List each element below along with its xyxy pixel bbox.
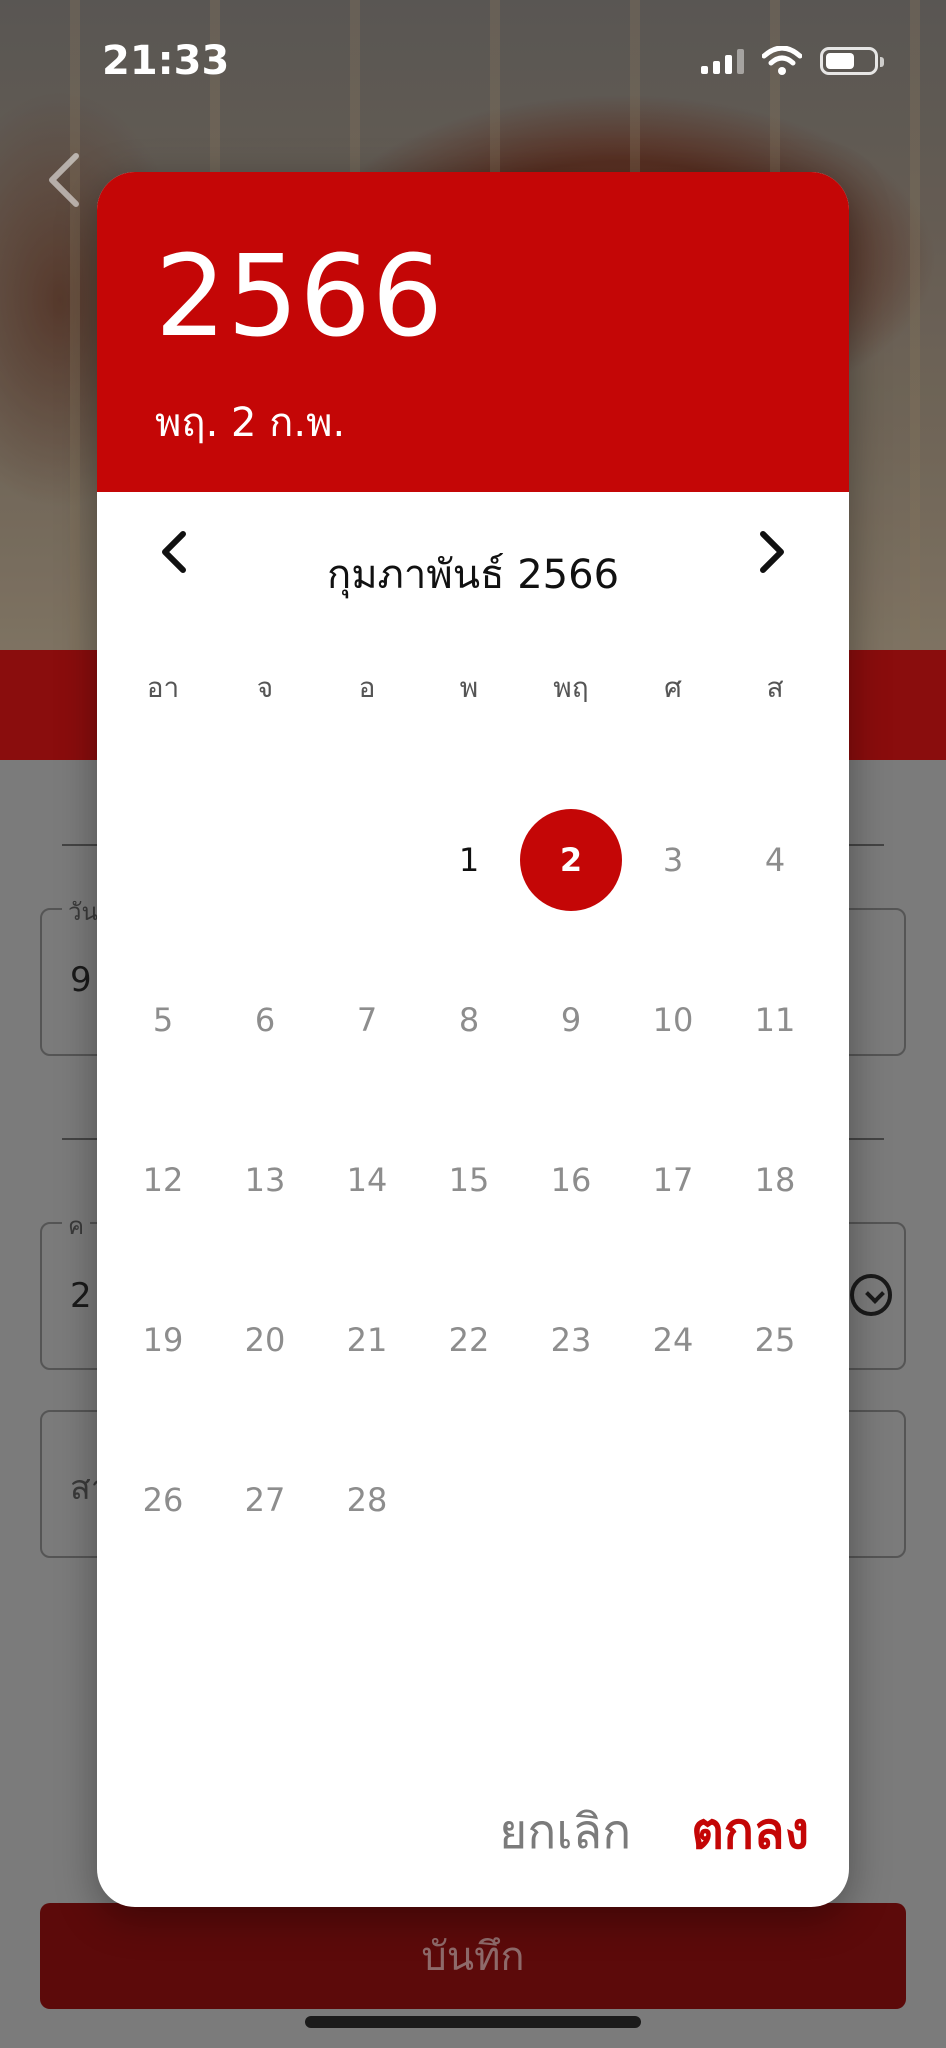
- day-number: 11: [754, 1001, 796, 1039]
- day-cell: 12: [112, 1100, 214, 1260]
- selected-day[interactable]: 2: [520, 809, 622, 911]
- day-number: 18: [754, 1161, 796, 1199]
- day-cell: 19: [112, 1260, 214, 1420]
- day-number: 13: [244, 1161, 286, 1199]
- day-grid: 1 2 3 4 5 6 7 8 9 10 11 12 13 14 15 16 17 18 19 20 21 22 23 24 2…: [112, 780, 826, 1580]
- day-number: 20: [244, 1321, 286, 1359]
- day-number: 6: [254, 1001, 276, 1039]
- empty-day-cell: [214, 780, 316, 940]
- day-cell: 7: [316, 940, 418, 1100]
- day-number: 24: [652, 1321, 694, 1359]
- cancel-button[interactable]: ยกเลิก: [499, 1794, 631, 1870]
- next-month-button[interactable]: [737, 512, 807, 592]
- day-cell: 16: [520, 1100, 622, 1260]
- time-field-value: 2: [70, 1276, 92, 1316]
- day-cell: 26: [112, 1420, 214, 1580]
- weekday-label: พ: [459, 671, 479, 704]
- chevron-right-icon: [760, 531, 784, 573]
- weekday-label: พฤ: [553, 671, 589, 704]
- day-number: 12: [142, 1161, 184, 1199]
- empty-day-cell: [112, 780, 214, 940]
- save-button[interactable]: บันทึก: [40, 1903, 906, 2009]
- wifi-icon: [762, 46, 802, 75]
- weekday-label: อา: [146, 671, 180, 704]
- cellular-signal-icon: [701, 48, 744, 74]
- weekday-label: ส: [766, 671, 784, 704]
- day-number: 17: [652, 1161, 694, 1199]
- day-cell: 14: [316, 1100, 418, 1260]
- day-number: 10: [652, 1001, 694, 1039]
- status-icons: [701, 46, 884, 76]
- day-number: 19: [142, 1321, 184, 1359]
- day-number: 5: [152, 1001, 174, 1039]
- day-number: 16: [550, 1161, 592, 1199]
- weekday-label: ศ: [664, 671, 682, 704]
- day-cell: 18: [724, 1100, 826, 1260]
- day-cell: 28: [316, 1420, 418, 1580]
- weekday-label: จ: [256, 671, 274, 704]
- day-cell: 9: [520, 940, 622, 1100]
- day-cell: 20: [214, 1260, 316, 1420]
- day-cell: 3: [622, 780, 724, 940]
- chevron-left-icon: [49, 153, 79, 207]
- date-field-value: 9: [70, 960, 92, 1000]
- day-cell: 4: [724, 780, 826, 940]
- day-cell: 23: [520, 1260, 622, 1420]
- day-number: 28: [346, 1481, 388, 1519]
- day-cell: 8: [418, 940, 520, 1100]
- battery-icon: [820, 47, 884, 75]
- day-number: 3: [662, 841, 684, 879]
- selected-year[interactable]: 2566: [155, 232, 444, 362]
- weekday-label: อ: [358, 671, 376, 704]
- home-indicator: [305, 2016, 641, 2028]
- day-cell: 27: [214, 1420, 316, 1580]
- day-number: 14: [346, 1161, 388, 1199]
- dialog-actions: ยกเลิก ตกลง: [499, 1792, 809, 1871]
- time-field-label: ค: [62, 1206, 91, 1245]
- day-cell: 5: [112, 940, 214, 1100]
- day-number: 26: [142, 1481, 184, 1519]
- day-number: 9: [560, 1001, 582, 1039]
- clock-icon[interactable]: [850, 1274, 892, 1316]
- ok-button[interactable]: ตกลง: [691, 1792, 809, 1871]
- day-number: 8: [458, 1001, 480, 1039]
- date-picker-dialog: 2566 พฤ. 2 ก.พ. กุมภาพันธ์ 2566 อาจอพพฤศ…: [97, 172, 849, 1907]
- day-number: 23: [550, 1321, 592, 1359]
- day-cell: 11: [724, 940, 826, 1100]
- day-cell[interactable]: 1: [418, 780, 520, 940]
- day-number: 21: [346, 1321, 388, 1359]
- day-number: 4: [764, 841, 786, 879]
- day-cell[interactable]: 2: [520, 780, 622, 940]
- day-number: 25: [754, 1321, 796, 1359]
- day-cell: 17: [622, 1100, 724, 1260]
- day-cell: 22: [418, 1260, 520, 1420]
- status-time: 21:33: [102, 38, 230, 84]
- day-number[interactable]: 1: [418, 809, 520, 911]
- selected-date[interactable]: พฤ. 2 ก.พ.: [155, 390, 345, 454]
- day-cell: 15: [418, 1100, 520, 1260]
- day-cell: 24: [622, 1260, 724, 1420]
- day-cell: 21: [316, 1260, 418, 1420]
- back-button[interactable]: [44, 150, 92, 214]
- day-cell: 10: [622, 940, 724, 1100]
- day-number: 15: [448, 1161, 490, 1199]
- empty-day-cell: [316, 780, 418, 940]
- day-number: 22: [448, 1321, 490, 1359]
- day-number: 7: [356, 1001, 378, 1039]
- weekday-header: อา จ อ พ พฤ ศ ส: [112, 658, 826, 718]
- date-picker-header: 2566 พฤ. 2 ก.พ.: [97, 172, 849, 492]
- day-cell: 13: [214, 1100, 316, 1260]
- day-number: 27: [244, 1481, 286, 1519]
- day-cell: 25: [724, 1260, 826, 1420]
- day-cell: 6: [214, 940, 316, 1100]
